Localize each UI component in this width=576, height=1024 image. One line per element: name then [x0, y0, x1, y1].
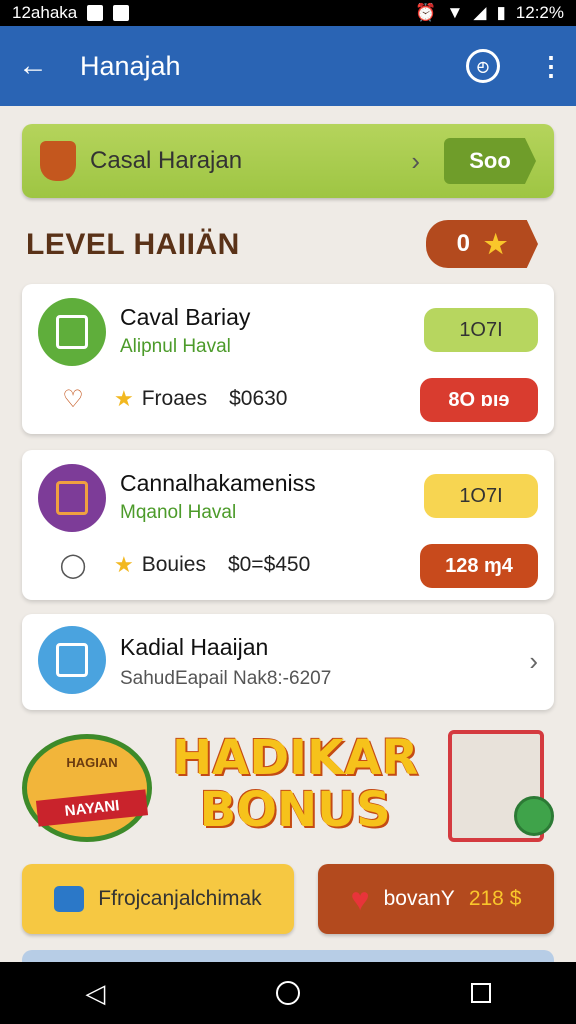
promo-headline: HADIKAR BONUS [172, 732, 418, 836]
card-subtitle: SahudEapail Nak8:-6207 [120, 668, 332, 689]
promo-headline-line-2: BONUS [199, 782, 391, 838]
chevron-right-icon: › [529, 646, 538, 676]
status-bar: 12ahaka ⏰ ▼ ◢ ▮ 12:2% [0, 0, 576, 26]
emblem-top-text: HAGIAN [66, 755, 118, 770]
camera-icon [54, 886, 85, 912]
back-arrow-icon[interactable]: ← [18, 49, 58, 83]
battery-icon: ▮ [496, 3, 506, 22]
card-name: Kadial Haaijan [120, 634, 269, 660]
signal-icon: ◢ [473, 3, 487, 22]
chevron-right-icon: › [411, 145, 420, 176]
banner-label: Casal Harajan [90, 147, 243, 174]
app-bar: ← Hanajah ◴ ⋮ [0, 26, 576, 106]
nav-back-icon[interactable]: ◁ [85, 978, 105, 1009]
card-action-pill[interactable]: 128 ɱ4 [420, 544, 538, 588]
nav-recents-icon[interactable] [470, 983, 491, 1003]
heart-icon: ♥ [350, 880, 370, 917]
bonus-promo[interactable]: HAGIAN NAYANI HADIKAR BONUS [22, 724, 554, 854]
bonus-button[interactable]: ♥ bovanY 218 $ [318, 864, 554, 934]
next-card-peek [22, 950, 554, 962]
timer-icon[interactable]: ◴ [466, 49, 500, 83]
camera-button[interactable]: Ffrojcanjalchimak [22, 864, 294, 934]
emblem-ribbon-text: NAYANI [35, 789, 149, 827]
more-options-icon[interactable]: ⋮ [538, 51, 564, 82]
card-row-label: Bouies [141, 553, 206, 576]
bonus-button-amount: 218 $ [468, 887, 522, 910]
card-row-value: $0630 [229, 387, 288, 410]
heart-outline-icon: ♡ [62, 385, 84, 413]
nav-home-icon[interactable] [275, 981, 300, 1005]
card-top-pill[interactable]: 1O7I [424, 308, 538, 352]
chair-icon [38, 464, 106, 532]
gallery-icon [87, 5, 104, 21]
card-top-pill[interactable]: 1O7I [424, 474, 538, 518]
card-subtitle: Alipnul Haval [120, 336, 231, 357]
star-icon: ★ [484, 228, 508, 259]
timer-outline-icon: ◯ [59, 551, 87, 579]
card-info-row: ◯ ★ Bouies $0=$450 [58, 550, 311, 580]
card-name: Cannalhakameniss [120, 470, 316, 496]
system-nav-bar: ◁ [0, 962, 576, 1024]
clipboard-icon [38, 298, 106, 366]
list-card[interactable]: Caval Bariay Alipnul Haval 1O7I ♡ ★ Froa… [22, 284, 554, 434]
casal-banner[interactable]: Casal Harajan › Soo [22, 124, 554, 198]
card-info-row: ♡ ★ Froaes $0630 [58, 384, 288, 414]
coin-icon [514, 796, 554, 836]
star-icon: ★ [114, 386, 134, 411]
section-title: LEVEL HAIIÄN [26, 228, 240, 261]
bonus-button-label: bovanY [383, 887, 455, 910]
card-row-value: $0=$450 [227, 553, 311, 576]
wifi-icon: ▼ [446, 3, 464, 22]
level-badge[interactable]: 0 ★ [426, 220, 538, 268]
emblem-icon: HAGIAN NAYANI [22, 734, 152, 842]
status-text: 12ahaka [12, 3, 78, 22]
notification-icon [113, 5, 130, 21]
card-name: Caval Bariay [120, 304, 251, 330]
main-content: Casal Harajan › Soo LEVEL HAIIÄN 0 ★ Cav… [0, 106, 576, 962]
cup-icon [40, 141, 76, 181]
card-action-pill[interactable]: 8O ɒıɘ [420, 378, 538, 422]
page-title: Hanajah [80, 50, 181, 81]
promo-headline-line-1: HADIKAR [172, 730, 419, 786]
photo-icon [38, 626, 106, 694]
alarm-icon: ⏰ [415, 3, 437, 22]
star-icon: ★ [114, 552, 134, 577]
banner-pill[interactable]: Soo [444, 138, 536, 184]
camera-button-label: Ffrojcanjalchimak [98, 887, 262, 910]
status-time: 12:2% [515, 3, 564, 22]
card-subtitle: Mqanol Haval [120, 502, 237, 523]
level-value: 0 [456, 230, 471, 257]
card-row-label: Froaes [141, 387, 208, 410]
list-card[interactable]: Cannalhakameniss Mqanol Haval 1O7I ◯ ★ B… [22, 450, 554, 600]
list-card[interactable]: Kadial Haaijan SahudEapail Nak8:-6207 › [22, 614, 554, 710]
